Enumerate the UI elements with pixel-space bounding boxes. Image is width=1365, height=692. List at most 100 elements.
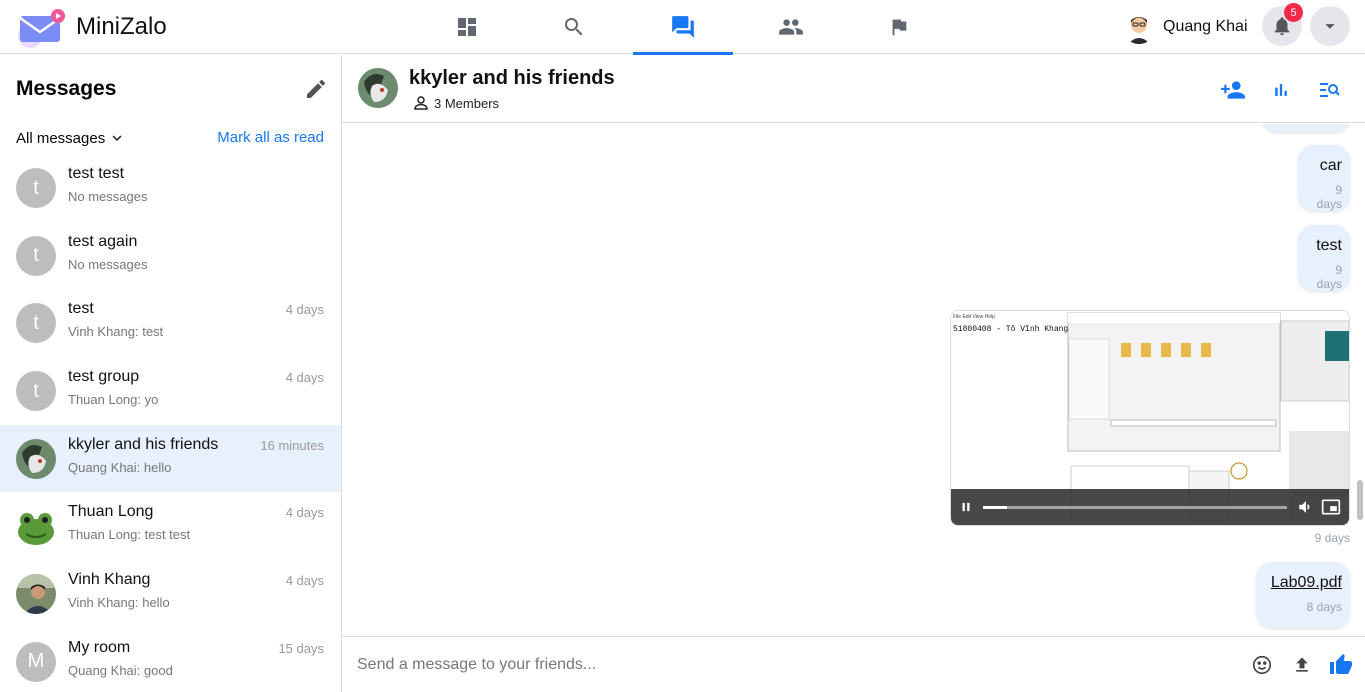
thread-scrollbar[interactable] [1357,480,1363,520]
message-input[interactable] [342,645,1222,685]
search-icon [565,18,583,36]
conversation-last-message: Quang Khai: hello [68,459,172,475]
filter-label: All messages [16,129,106,147]
conversation-last-message: Thuan Long: yo [68,392,159,408]
conversation-name: test again [68,232,138,250]
conversation-item[interactable]: kkyler and his friends Quang Khai: hello 1… [0,424,341,493]
brand[interactable]: MiniZalo [16,6,167,48]
top-navbar: MiniZalo Quang Khai 5 [0,0,1365,55]
user-profile-chip[interactable]: Quang Khai [1122,8,1248,46]
conversation-item[interactable]: t test again No messages [0,222,341,290]
conversation-avatar: t [16,371,56,412]
conversation-last-message: Quang Khai: good [68,662,173,678]
new-message-button[interactable] [304,77,328,101]
message-time: 9 days [1316,183,1342,211]
conversation-item[interactable]: t test group Thuan Long: yo 4 days [0,357,341,425]
app-logo [16,6,68,48]
video-message[interactable]: File Edit View Help 51800408 - Tô Vĩnh K… [950,310,1350,526]
conversation-avatar: t [16,168,56,208]
video-progress[interactable] [983,505,1287,509]
thumbs-up-icon [1330,654,1352,674]
conversation-time: 4 days [285,505,324,521]
conversation-item[interactable]: Vinh Khang Vinh Khang: hello 4 days [0,560,341,628]
conversation-item[interactable]: t test Vinh Khang: test 4 days [0,289,341,357]
tab-messages[interactable] [633,0,733,55]
conversation-time: 15 days [278,640,324,656]
message-thread[interactable]: car 9 days test 9 days File Edit View He… [342,124,1365,636]
add-member-button[interactable] [1219,76,1247,104]
upload-icon [1296,657,1308,672]
picture-in-picture-icon[interactable] [1321,497,1341,517]
svg-text:File Edit View Help: File Edit View Help [953,314,995,320]
chat-title: kkyler and his friends [409,67,615,89]
conversation-name: My room [68,638,131,656]
user-avatar [1122,10,1156,44]
group-avatar[interactable] [358,68,398,108]
conversation-time: 4 days [285,573,324,589]
caret-down-icon [1325,24,1335,29]
search-list-icon [1320,83,1340,97]
message-text: test [1316,237,1342,254]
conversation-last-message: No messages [68,189,148,204]
add-person-icon [1221,81,1245,99]
file-link[interactable]: Lab09.pdf [1270,574,1342,592]
file-message[interactable]: Lab09.pdf 8 days [1256,562,1350,628]
conversation-item[interactable]: M My room Quang Khai: good 15 days [0,628,341,692]
person-icon [414,96,428,110]
dashboard-icon [458,18,476,36]
conversation-item[interactable]: t test test No messages [0,154,341,222]
chat-icon [672,16,694,38]
emoji-icon [1252,655,1272,675]
notifications-button[interactable]: 5 [1262,3,1303,46]
like-button[interactable] [1329,653,1353,677]
message-time: 9 days [1316,263,1342,291]
conversation-avatar [16,574,56,615]
mark-all-read-link[interactable]: Mark all as read [217,129,324,146]
volume-icon[interactable] [1297,498,1315,516]
conversation-last-message: Vinh Khang: test [68,324,164,340]
conversation-last-message: No messages [68,256,148,272]
emoji-button[interactable] [1250,653,1274,677]
account-menu-button[interactable] [1310,6,1350,46]
notification-badge: 5 [1284,3,1303,22]
pencil-icon [307,79,326,98]
message-time: 9 days [1314,531,1350,545]
conversation-last-message: Vinh Khang: hello [68,595,170,611]
message-bubble: test 9 days [1298,225,1350,291]
message-text: car [1319,157,1342,174]
conversation-avatar [16,506,56,547]
app-name: MiniZalo [76,13,167,40]
conversation-avatar: t [16,235,56,276]
conversation-name: kkyler and his friends [68,435,219,453]
friends-icon [779,19,803,35]
conversation-avatar: t [16,303,56,344]
conversation-name: test test [68,165,125,182]
conversation-item[interactable]: Thuan Long Thuan Long: test test 4 days [0,492,341,560]
pause-icon[interactable] [959,500,973,514]
tab-friends[interactable] [741,0,841,54]
video-progress-fill [983,505,1008,509]
message-bubble: car 9 days [1298,145,1350,211]
tab-search[interactable] [524,0,624,54]
conversation-list: t test test No messages t test again No messa… [0,154,341,692]
video-controls [951,489,1349,525]
message-filter-dropdown[interactable]: All messages [16,129,126,147]
flag-icon [892,19,907,36]
member-count[interactable]: 3 Members [412,94,499,112]
poll-button[interactable] [1267,76,1295,104]
search-messages-button[interactable] [1315,76,1343,104]
chevron-down-icon [112,135,122,141]
tab-dashboard[interactable] [417,0,517,54]
conversation-name: test [68,300,94,318]
upload-button[interactable] [1290,653,1314,677]
conversation-name: test group [68,368,140,386]
conversation-avatar [16,438,56,479]
conversation-time: 4 days [285,302,324,318]
message-bubble [1262,124,1350,132]
tab-flag[interactable] [849,0,949,54]
conversation-time: 4 days [285,370,324,386]
bar-chart-icon [1275,84,1287,96]
sidebar-title: Messages [16,77,117,100]
conversation-name: Thuan Long [68,503,154,521]
conversation-last-message: Thuan Long: test test [68,527,191,543]
